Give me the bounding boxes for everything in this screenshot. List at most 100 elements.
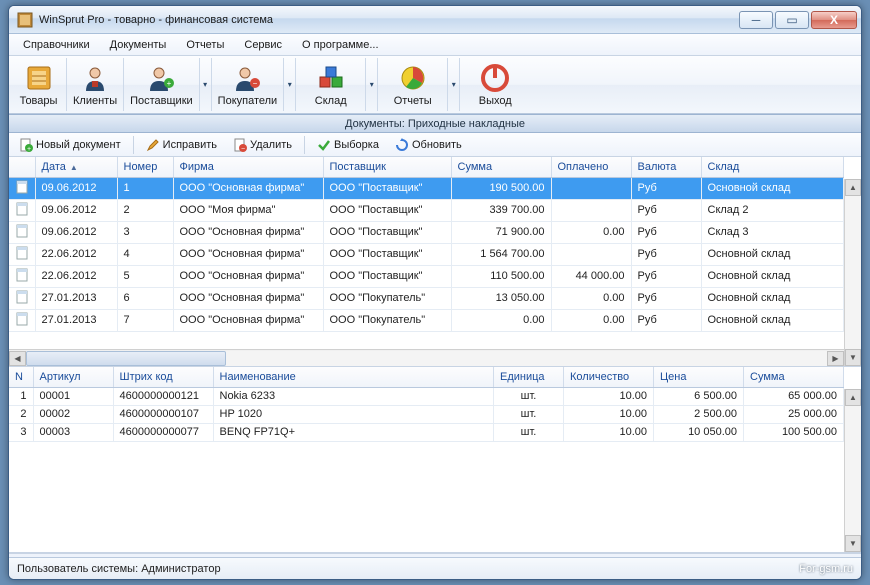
- col-item-sum[interactable]: Сумма: [744, 367, 844, 387]
- toolbar-buyers[interactable]: − Покупатели: [212, 58, 285, 111]
- toolbar-buyers-dropdown[interactable]: ▾: [284, 58, 296, 111]
- cell-num: 2: [117, 199, 173, 221]
- exit-icon: [480, 63, 510, 93]
- cell-paid: [551, 243, 631, 265]
- toolbar-suppliers[interactable]: + Поставщики: [124, 58, 200, 111]
- menu-references[interactable]: Справочники: [13, 36, 100, 54]
- col-currency[interactable]: Валюта: [631, 157, 701, 177]
- reports-icon: [398, 63, 428, 93]
- cell-barcode: 4600000000121: [113, 387, 213, 405]
- col-name[interactable]: Наименование: [213, 367, 494, 387]
- table-row[interactable]: 27.01.20136ООО "Основная фирма"ООО "Поку…: [9, 287, 844, 309]
- table-row[interactable]: 22.06.20125ООО "Основная фирма"ООО "Пост…: [9, 265, 844, 287]
- col-barcode[interactable]: Штрих код: [113, 367, 213, 387]
- col-n[interactable]: N: [9, 367, 33, 387]
- cell-supplier: ООО "Покупатель": [323, 309, 451, 331]
- close-button[interactable]: X: [811, 11, 857, 29]
- maximize-button[interactable]: ▭: [775, 11, 809, 29]
- scroll-thumb[interactable]: [26, 351, 226, 366]
- table-row[interactable]: 09.06.20122ООО "Моя фирма"ООО "Поставщик…: [9, 199, 844, 221]
- toolbar-exit-label: Выход: [479, 95, 512, 107]
- row-doc-icon: [9, 199, 35, 221]
- cell-paid: [551, 177, 631, 199]
- refresh-button[interactable]: Обновить: [389, 136, 468, 154]
- document-actions: + Новый документ Исправить − Удалить Выб…: [9, 133, 861, 157]
- col-date[interactable]: Дата▲: [35, 157, 117, 177]
- toolbar-goods[interactable]: Товары: [11, 58, 67, 111]
- cell-paid: [551, 199, 631, 221]
- cell-currency: Руб: [631, 221, 701, 243]
- col-sum[interactable]: Сумма: [451, 157, 551, 177]
- minimize-button[interactable]: ─: [739, 11, 773, 29]
- toolbar-suppliers-dropdown[interactable]: ▾: [200, 58, 212, 111]
- cell-num: 6: [117, 287, 173, 309]
- scroll-down[interactable]: ▼: [845, 349, 861, 366]
- toolbar-clients[interactable]: Клиенты: [67, 58, 124, 111]
- cell-warehouse: Основной склад: [701, 265, 844, 287]
- col-unit[interactable]: Единица: [494, 367, 564, 387]
- col-paid[interactable]: Оплачено: [551, 157, 631, 177]
- scroll-left[interactable]: ◀: [9, 351, 26, 366]
- col-price[interactable]: Цена: [654, 367, 744, 387]
- menu-about[interactable]: О программе...: [292, 36, 388, 54]
- cell-date: 22.06.2012: [35, 243, 117, 265]
- table-row[interactable]: 09.06.20121ООО "Основная фирма"ООО "Пост…: [9, 177, 844, 199]
- items-grid[interactable]: N Артикул Штрих код Наименование Единица…: [9, 367, 844, 442]
- toolbar-warehouse[interactable]: Склад: [296, 58, 366, 111]
- col-qty[interactable]: Количество: [564, 367, 654, 387]
- cell-n: 2: [9, 405, 33, 423]
- goods-icon: [24, 63, 54, 93]
- documents-vscroll[interactable]: ▲ ▼: [844, 179, 861, 366]
- documents-hscroll[interactable]: ◀ ▶: [9, 349, 844, 366]
- svg-text:−: −: [253, 79, 258, 88]
- scroll-track[interactable]: [845, 196, 861, 349]
- col-firm[interactable]: Фирма: [173, 157, 323, 177]
- new-document-icon: +: [19, 138, 33, 152]
- scroll-up[interactable]: ▲: [845, 179, 861, 196]
- scroll-track[interactable]: [26, 351, 827, 366]
- table-row[interactable]: 09.06.20123ООО "Основная фирма"ООО "Пост…: [9, 221, 844, 243]
- col-warehouse[interactable]: Склад: [701, 157, 844, 177]
- svg-text:+: +: [27, 146, 31, 152]
- menu-service[interactable]: Сервис: [234, 36, 292, 54]
- delete-icon: −: [233, 138, 247, 152]
- col-number[interactable]: Номер: [117, 157, 173, 177]
- edit-button[interactable]: Исправить: [140, 136, 223, 154]
- documents-grid[interactable]: Дата▲ Номер Фирма Поставщик Сумма Оплаче…: [9, 157, 844, 332]
- table-row[interactable]: 2000024600000000107HP 1020шт.10.002 500.…: [9, 405, 844, 423]
- col-icon[interactable]: [9, 157, 35, 177]
- svg-text:+: +: [167, 79, 172, 88]
- items-vscroll[interactable]: ▲ ▼: [844, 389, 861, 552]
- menu-documents[interactable]: Документы: [100, 36, 177, 54]
- toolbar-exit[interactable]: Выход: [460, 58, 530, 111]
- cell-firm: ООО "Основная фирма": [173, 221, 323, 243]
- toolbar-warehouse-dropdown[interactable]: ▾: [366, 58, 378, 111]
- cell-price: 2 500.00: [654, 405, 744, 423]
- cell-currency: Руб: [631, 199, 701, 221]
- scroll-down[interactable]: ▼: [845, 535, 861, 552]
- cell-currency: Руб: [631, 177, 701, 199]
- content-area: Дата▲ Номер Фирма Поставщик Сумма Оплаче…: [9, 157, 861, 553]
- table-row[interactable]: 3000034600000000077BENQ FP71Q+шт.10.0010…: [9, 423, 844, 441]
- menu-reports[interactable]: Отчеты: [176, 36, 234, 54]
- items-header-row: N Артикул Штрих код Наименование Единица…: [9, 367, 844, 387]
- table-row[interactable]: 22.06.20124ООО "Основная фирма"ООО "Пост…: [9, 243, 844, 265]
- toolbar-reports-dropdown[interactable]: ▾: [448, 58, 460, 111]
- cell-firm: ООО "Моя фирма": [173, 199, 323, 221]
- scroll-track[interactable]: [845, 406, 861, 535]
- scroll-right[interactable]: ▶: [827, 351, 844, 366]
- col-supplier[interactable]: Поставщик: [323, 157, 451, 177]
- table-row[interactable]: 1000014600000000121Nokia 6233шт.10.006 5…: [9, 387, 844, 405]
- titlebar[interactable]: WinSprut Pro - товарно - финансовая сист…: [9, 6, 861, 34]
- cell-sum: 65 000.00: [744, 387, 844, 405]
- toolbar-reports[interactable]: Отчеты: [378, 58, 448, 111]
- table-row[interactable]: 27.01.20137ООО "Основная фирма"ООО "Поку…: [9, 309, 844, 331]
- delete-button[interactable]: − Удалить: [227, 136, 298, 154]
- col-article[interactable]: Артикул: [33, 367, 113, 387]
- scroll-up[interactable]: ▲: [845, 389, 861, 406]
- filter-button[interactable]: Выборка: [311, 136, 385, 154]
- cell-currency: Руб: [631, 243, 701, 265]
- new-document-button[interactable]: + Новый документ: [13, 136, 127, 154]
- cell-paid: 0.00: [551, 221, 631, 243]
- app-icon: [17, 12, 33, 28]
